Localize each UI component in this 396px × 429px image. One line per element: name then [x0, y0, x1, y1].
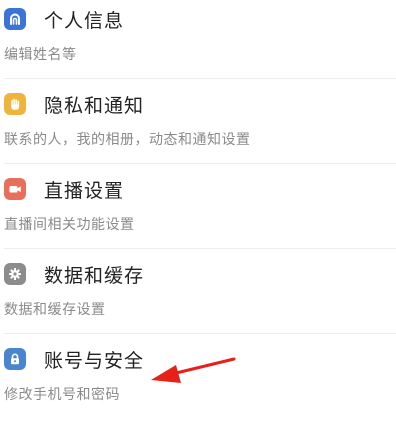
- settings-item-personal-info[interactable]: 个人信息 编辑姓名等: [0, 0, 396, 79]
- settings-item-subtitle: 联系的人，我的相册，动态和通知设置: [4, 132, 251, 148]
- settings-item-title: 个人信息: [44, 9, 125, 32]
- settings-item-data-cache[interactable]: 数据和缓存 数据和缓存设置: [0, 249, 396, 334]
- settings-item-title: 隐私和通知: [44, 94, 145, 117]
- row-head: 直播设置: [4, 174, 124, 204]
- row-head: 个人信息: [4, 4, 124, 34]
- settings-item-subtitle: 数据和缓存设置: [4, 302, 106, 318]
- settings-item-subtitle: 编辑姓名等: [4, 47, 77, 63]
- row-head: 数据和缓存: [4, 259, 144, 289]
- lock-icon: [4, 348, 26, 370]
- hand-icon: [4, 93, 26, 115]
- settings-item-live-settings[interactable]: 直播设置 直播间相关功能设置: [0, 164, 396, 249]
- row-head: 账号与安全: [4, 344, 144, 374]
- row-head: 隐私和通知: [4, 89, 144, 119]
- settings-item-title: 数据和缓存: [44, 264, 145, 287]
- person-icon: [4, 8, 26, 30]
- settings-list: 个人信息 编辑姓名等 隐私和通知 联系的人，我的相册，动态和通知设置 直播设置 …: [0, 0, 396, 429]
- settings-item-privacy[interactable]: 隐私和通知 联系的人，我的相册，动态和通知设置: [0, 79, 396, 164]
- gear-icon: [4, 263, 26, 285]
- settings-item-subtitle: 直播间相关功能设置: [4, 217, 135, 233]
- settings-item-title: 直播设置: [44, 179, 125, 202]
- video-camera-icon: [4, 178, 26, 200]
- settings-item-subtitle: 修改手机号和密码: [4, 387, 120, 403]
- settings-item-title: 账号与安全: [44, 349, 145, 372]
